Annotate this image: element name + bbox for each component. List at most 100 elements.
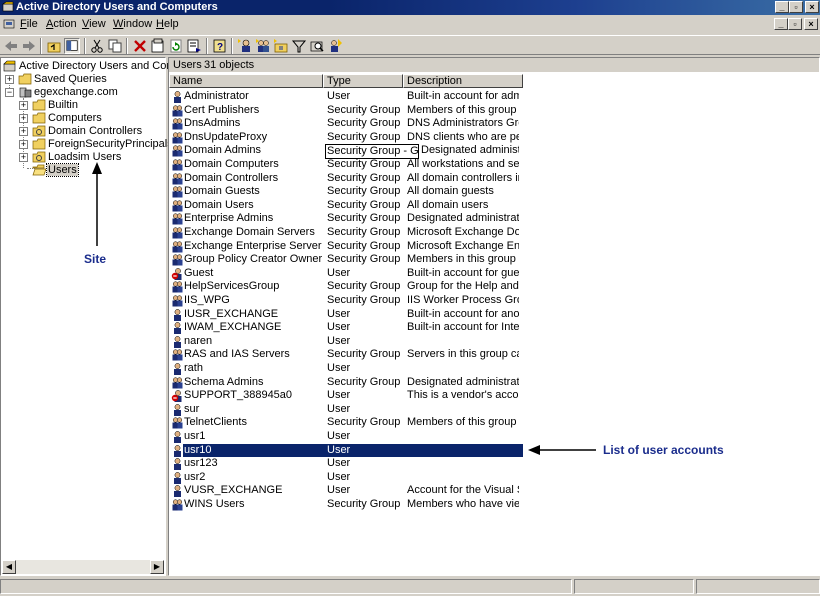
- toolbar-separator: [40, 38, 42, 54]
- cell-type: Security Group ...: [327, 498, 403, 510]
- table-row[interactable]: IUSR_EXCHANGE User Built-in account for an…: [169, 308, 819, 321]
- table-row[interactable]: VUSR_EXCHANGE User Account for the Visual …: [169, 484, 819, 498]
- new-ou-icon[interactable]: [273, 38, 289, 54]
- help-icon[interactable]: ?: [212, 38, 228, 54]
- show-hide-console-tree-icon[interactable]: [64, 38, 80, 54]
- table-row[interactable]: WINS Users Security Group ... Members who …: [169, 498, 819, 511]
- minimize-button[interactable]: _: [775, 1, 789, 13]
- expand-plus-icon[interactable]: +: [19, 140, 28, 149]
- tree-item-computers[interactable]: + Computers: [1, 112, 163, 125]
- console-tree-pane[interactable]: Active Directory Users and Computers + S…: [0, 57, 206, 576]
- filter-icon[interactable]: [291, 38, 307, 54]
- menu-window[interactable]: Window: [113, 18, 152, 30]
- table-row[interactable]: rath User: [169, 362, 819, 375]
- table-row[interactable]: Exchange Enterprise Servers Security Grou…: [169, 240, 819, 253]
- results-header-title: Users: [173, 59, 202, 71]
- find-icon[interactable]: [309, 38, 325, 54]
- cut-icon[interactable]: [89, 38, 105, 54]
- expand-plus-icon[interactable]: +: [19, 101, 28, 110]
- table-row[interactable]: Domain Guests Security Group ... All domai…: [169, 185, 819, 198]
- add-to-group-icon[interactable]: [327, 38, 343, 54]
- status-segment: [0, 579, 572, 594]
- table-row[interactable]: usr1 User: [169, 430, 819, 443]
- close-button[interactable]: ×: [805, 1, 819, 13]
- maximize-button[interactable]: ▫: [789, 1, 803, 13]
- tree-item-domain-controllers[interactable]: + Domain Controllers: [1, 125, 163, 138]
- scroll-right-icon[interactable]: ▶: [150, 560, 164, 574]
- mdi-minimize-button[interactable]: _: [774, 18, 788, 30]
- tree-item-loadsim-users[interactable]: + Loadsim Users: [1, 151, 163, 164]
- expand-plus-icon[interactable]: +: [19, 114, 28, 123]
- table-row[interactable]: Domain Users Security Group ... All domain…: [169, 199, 819, 212]
- tree-item-builtin[interactable]: + Builtin: [1, 99, 163, 112]
- tree-item-domain[interactable]: − egexchange.com: [1, 86, 163, 99]
- properties-icon[interactable]: [150, 38, 166, 54]
- table-row[interactable]: Enterprise Admins Security Group ... Desig…: [169, 212, 819, 225]
- table-row[interactable]: Guest User Built-in account for guest ...: [169, 267, 819, 280]
- copy-icon[interactable]: [107, 38, 123, 54]
- back-arrow-icon[interactable]: [3, 38, 19, 54]
- table-row[interactable]: DnsUpdateProxy Security Group ... DNS clie…: [169, 131, 819, 144]
- table-row[interactable]: Domain Controllers Security Group ... All …: [169, 172, 819, 185]
- scroll-left-icon[interactable]: ◀: [2, 560, 16, 574]
- menu-file[interactable]: File: [20, 18, 38, 30]
- table-row[interactable]: DnsAdmins Security Group ... DNS Administr…: [169, 117, 819, 130]
- expand-plus-icon[interactable]: +: [19, 153, 28, 162]
- table-row[interactable]: sur User: [169, 403, 819, 416]
- mdi-close-button[interactable]: ×: [804, 18, 818, 30]
- table-row[interactable]: Domain Admins Security Group - GlobalDesi…: [169, 144, 819, 160]
- table-row[interactable]: Cert Publishers Security Group ... Members…: [169, 104, 819, 117]
- cell-name: DnsAdmins: [184, 117, 241, 130]
- table-row[interactable]: IWAM_EXCHANGE User Built-in account for In…: [169, 321, 819, 335]
- delete-icon[interactable]: [132, 38, 148, 54]
- export-list-icon[interactable]: [186, 38, 202, 54]
- up-one-level-icon[interactable]: [46, 38, 62, 54]
- menu-help[interactable]: Help: [156, 18, 179, 30]
- tree-label-domain-controllers: Domain Controllers: [48, 125, 143, 137]
- cell-name: Domain Users: [184, 198, 254, 211]
- tree-item-users[interactable]: Users: [1, 163, 163, 177]
- tree-item-saved-queries[interactable]: + Saved Queries: [1, 73, 163, 86]
- cell-name: usr1: [184, 430, 206, 442]
- title-bar[interactable]: Active Directory Users and Computers _ ▫…: [0, 0, 820, 15]
- tree-label-foreign-security-principals: ForeignSecurityPrincipals: [48, 138, 173, 150]
- column-header-description[interactable]: Description: [403, 74, 523, 88]
- table-row[interactable]: RAS and IAS Servers Security Group ... Ser…: [169, 348, 819, 361]
- cell-name: Exchange Enterprise Servers: [184, 239, 322, 252]
- expand-plus-icon[interactable]: +: [5, 75, 14, 84]
- menu-view[interactable]: View: [82, 18, 106, 30]
- collapse-minus-icon[interactable]: −: [5, 88, 14, 97]
- expand-plus-icon[interactable]: +: [19, 127, 28, 136]
- user-icon: [174, 403, 181, 416]
- table-row[interactable]: usr2 User: [169, 471, 819, 484]
- table-row[interactable]: Schema Admins Security Group ... Designate…: [169, 376, 819, 389]
- cell-description: Built-in account for anony...: [407, 307, 519, 320]
- new-group-icon[interactable]: [255, 38, 271, 54]
- table-row[interactable]: HelpServicesGroup Security Group ... Group…: [169, 280, 819, 293]
- column-header-name[interactable]: Name: [169, 74, 323, 88]
- table-row[interactable]: naren User: [169, 335, 819, 348]
- new-user-icon[interactable]: [237, 38, 253, 54]
- domain-icon: [19, 87, 32, 98]
- results-list-pane[interactable]: Users 31 objects Name Type Description A…: [168, 57, 820, 576]
- mmc-document-icon[interactable]: [3, 18, 15, 30]
- table-row[interactable]: TelnetClients Security Group ... Members o…: [169, 416, 819, 429]
- tree-item-root[interactable]: Active Directory Users and Computers: [3, 60, 206, 73]
- column-header-type[interactable]: Type: [323, 74, 403, 88]
- cell-name: RAS and IAS Servers: [184, 348, 290, 361]
- table-row[interactable]: SUPPORT_388945a0 User This is a vendor's a…: [169, 389, 819, 403]
- menu-action[interactable]: Action: [46, 18, 77, 30]
- table-row[interactable]: Administrator User Built-in account for ad…: [169, 90, 819, 103]
- tree-horizontal-scrollbar[interactable]: ◀ ▶: [2, 560, 164, 574]
- table-row[interactable]: usr123 User: [169, 457, 819, 471]
- refresh-icon[interactable]: [168, 38, 184, 54]
- table-row[interactable]: Domain Computers Security Group ... All wo…: [169, 158, 819, 171]
- table-row[interactable]: Group Policy Creator Owners Security Grou…: [169, 253, 819, 266]
- tree-item-foreign-security-principals[interactable]: + ForeignSecurityPrincipals: [1, 138, 173, 151]
- group-icon: [172, 377, 183, 389]
- cell-description: All domain users: [407, 198, 489, 211]
- forward-arrow-icon[interactable]: [21, 38, 37, 54]
- table-row[interactable]: IIS_WPG Security Group ... IIS Worker Proc…: [169, 294, 819, 307]
- mdi-restore-button[interactable]: ▫: [788, 18, 802, 30]
- table-row[interactable]: Exchange Domain Servers Security Group ..…: [169, 226, 819, 239]
